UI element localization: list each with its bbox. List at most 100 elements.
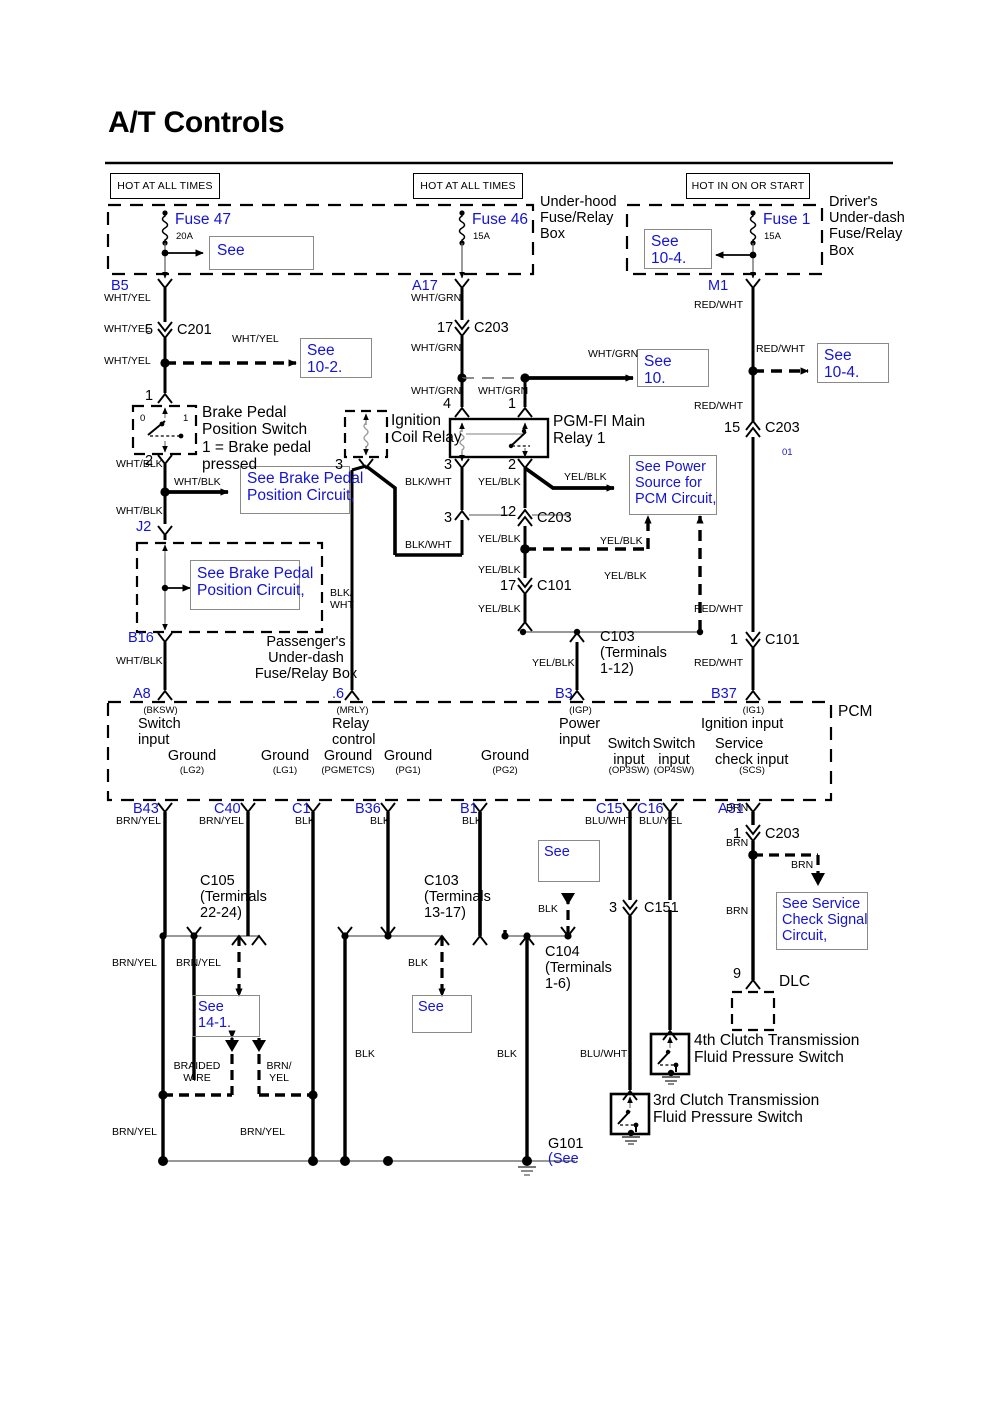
fuse-46-label: Fuse 46 bbox=[472, 211, 529, 228]
connector-c203b-pin: 3 bbox=[444, 510, 453, 526]
pcm-pin-label-ig1: Ignition input bbox=[701, 716, 784, 732]
wire-label-yel-blk-6: YEL/BLK bbox=[600, 535, 643, 547]
dlc-label: DLC bbox=[779, 973, 811, 990]
wire-label-red-wht-1: RED/WHT bbox=[694, 299, 743, 311]
wire-label-brn-yel-6: BRN/YEL bbox=[112, 1126, 157, 1138]
pgmfi-relay-term-3: 3 bbox=[444, 457, 453, 473]
wire-label-brn-2: BRN bbox=[726, 837, 749, 849]
g101-see-link[interactable]: (See bbox=[548, 1151, 579, 1167]
ref-box-see-10-2[interactable]: See 10-2. bbox=[300, 338, 372, 378]
wire-label-wht-yel-branch: WHT/YEL bbox=[232, 333, 279, 345]
ref-box-see-3[interactable]: See bbox=[538, 840, 600, 882]
brake-switch-term-out: 2 bbox=[145, 453, 154, 469]
passengers-under-dash-box-label: Passenger's Under-dash Fuse/Relay Box bbox=[254, 634, 358, 683]
wire-label-brn-yel-1: BRN/YEL bbox=[116, 815, 161, 827]
power-header-hot-in-on-or-start: HOT IN ON OR START bbox=[686, 173, 810, 199]
ref-link-see-10-4-b[interactable]: See 10-4. bbox=[824, 347, 859, 382]
connector-c151-pin: 3 bbox=[609, 900, 618, 916]
wire-label-blu-yel-1: BLU/YEL bbox=[639, 815, 683, 827]
connector-c203e-name: C203 bbox=[765, 826, 800, 842]
ref-link-see-3[interactable]: See bbox=[544, 844, 570, 860]
wire-label-wht-grn-4: WHT/GRN bbox=[478, 385, 529, 397]
fuse-47-label: Fuse 47 bbox=[175, 211, 232, 228]
ref-box-see-14-1[interactable]: See 14-1. bbox=[192, 995, 260, 1037]
wire-label-wht-yel-3: WHT/YEL bbox=[104, 355, 151, 367]
connector-c203a-name: C203 bbox=[474, 320, 509, 336]
connector-c101a-pin: 17 bbox=[500, 578, 517, 594]
power-header-hot-at-all-times-2: HOT AT ALL TIMES bbox=[413, 173, 523, 199]
page-title: A/T Controls bbox=[108, 106, 285, 139]
ref-link-see-power-source-pcm[interactable]: See Power Source for PCM Circuit, bbox=[635, 459, 716, 508]
pgmfi-relay-term-2: 2 bbox=[508, 457, 517, 473]
wire-label-brn-4: BRN bbox=[726, 905, 749, 917]
connector-c201-pin: 5 bbox=[145, 322, 154, 338]
wire-label-yel-blk-3: YEL/BLK bbox=[478, 564, 521, 576]
wire-label-blk-wht-2: BLK/WHT bbox=[405, 539, 452, 551]
wire-label-brn-yel-4: BRN/YEL bbox=[176, 957, 221, 969]
wire-label-wht-grn-2: WHT/GRN bbox=[411, 342, 462, 354]
wire-label-braided-wire: BRAIDED WIRE bbox=[173, 1060, 221, 1084]
connector-c105-name: C105 (Terminals 22-24) bbox=[200, 873, 267, 922]
wire-label-blk-1: BLK bbox=[295, 815, 315, 827]
ref-link-see-10-4-a[interactable]: See 10-4. bbox=[651, 233, 686, 268]
ignition-coil-relay-label: Ignition Coil Relay bbox=[391, 412, 462, 447]
pcm-pin-label-bksw: Switch input bbox=[138, 716, 181, 749]
wire-label-blu-wht-1: BLU/WHT bbox=[585, 815, 633, 827]
wire-label-yel-blk-4: YEL/BLK bbox=[478, 603, 521, 615]
ref-link-see-10-2[interactable]: See 10-2. bbox=[307, 342, 342, 377]
ref-box-see-service-check[interactable]: See Service Check Signal Circuit, bbox=[776, 892, 868, 950]
brake-pedal-switch-label: Brake Pedal Position Switch 1 = Brake pe… bbox=[202, 404, 312, 474]
wire-label-blk-6: BLK bbox=[355, 1048, 375, 1060]
ignition-coil-relay-term: 3 bbox=[335, 457, 344, 473]
brake-switch-pos-0: 0 bbox=[140, 413, 146, 424]
connector-c101b-pin: 1 bbox=[730, 632, 739, 648]
wire-label-blk-7: BLK bbox=[497, 1048, 517, 1060]
ref-link-see-1[interactable]: See bbox=[217, 242, 245, 259]
pcm-pin-label-mrly: Relay control bbox=[332, 716, 376, 749]
ref-link-see-2[interactable]: See bbox=[418, 999, 444, 1015]
wire-label-wht-yel-2: WHT/YEL bbox=[104, 323, 151, 335]
ref-box-see-brake-pedal-2[interactable]: See Brake Pedal Position Circuit, bbox=[190, 560, 313, 610]
wire-label-wht-yel-1: WHT/YEL bbox=[104, 292, 151, 304]
wire-label-wht-blk-1: WHT/BLK bbox=[116, 458, 163, 470]
diagram-page: A/T Controls HOT AT ALL TIMES HOT AT ALL… bbox=[0, 0, 1000, 1414]
wire-label-wht-grn-1: WHT/GRN bbox=[411, 292, 462, 304]
ref-box-see-2[interactable]: See bbox=[412, 995, 472, 1033]
pcm-ground-label-pg1: Ground bbox=[383, 748, 433, 764]
connector-c151-name: C151 bbox=[644, 900, 679, 916]
under-hood-box-label: Under-hood Fuse/Relay Box bbox=[540, 194, 617, 243]
terminal-b3: B3 bbox=[555, 686, 573, 702]
ref-link-see-14-1[interactable]: See 14-1. bbox=[198, 999, 231, 1031]
ref-link-see-10[interactable]: See 10. bbox=[644, 353, 672, 388]
ref-box-see-10[interactable]: See 10. bbox=[637, 349, 709, 387]
terminal-m1: M1 bbox=[708, 278, 729, 294]
wire-label-red-wht-3: RED/WHT bbox=[694, 400, 743, 412]
pgmfi-main-relay-label: PGM-FI Main Relay 1 bbox=[553, 413, 646, 448]
connector-c201-name: C201 bbox=[177, 322, 212, 338]
wire-label-brn-yel-2: BRN/YEL bbox=[199, 815, 244, 827]
wire-label-yel-blk-7: YEL/BLK bbox=[604, 570, 647, 582]
ref-box-see-10-4-b[interactable]: See 10-4. bbox=[817, 343, 889, 383]
wire-label-yel-blk-8: YEL/BLK bbox=[532, 657, 575, 669]
ref-link-see-service-check[interactable]: See Service Check Signal Circuit, bbox=[782, 896, 867, 945]
ref-box-see-10-4-a[interactable]: See 10-4. bbox=[644, 229, 712, 269]
wire-label-blk-2: BLK bbox=[370, 815, 390, 827]
ref-link-see-brake-pedal-2[interactable]: See Brake Pedal Position Circuit, bbox=[197, 565, 313, 600]
wire-label-brn-yel-3: BRN/YEL bbox=[112, 957, 157, 969]
ref-box-see-power-source-pcm[interactable]: See Power Source for PCM Circuit, bbox=[629, 455, 717, 515]
connector-c104-name: C104 (Terminals 1-6) bbox=[545, 944, 612, 993]
wire-label-yel-blk-1: YEL/BLK bbox=[478, 476, 521, 488]
terminal-b37: B37 bbox=[711, 686, 737, 702]
terminal-mrly-pin: .6 bbox=[332, 686, 345, 702]
ref-box-see-1[interactable]: See bbox=[209, 236, 314, 270]
wire-label-brn-1: BRN bbox=[726, 802, 749, 814]
pcm-pin-label-op4sw: Switch input bbox=[652, 736, 696, 769]
wire-label-brn-yel-5: BRN/ YEL bbox=[266, 1060, 292, 1084]
terminal-a8: A8 bbox=[133, 686, 151, 702]
ref-link-see-brake-pedal-1[interactable]: See Brake Pedal Position Circuit, bbox=[247, 470, 363, 505]
pcm-ground-code-lg2: (LG2) bbox=[179, 765, 205, 776]
wire-label-brn-yel-7: BRN/YEL bbox=[240, 1126, 285, 1138]
connector-c103b-name: C103 (Terminals 13-17) bbox=[424, 873, 491, 922]
wire-label-blk-wht-3: BLK/ WHT bbox=[330, 587, 354, 611]
connector-c203d-name: C203 bbox=[765, 420, 800, 436]
